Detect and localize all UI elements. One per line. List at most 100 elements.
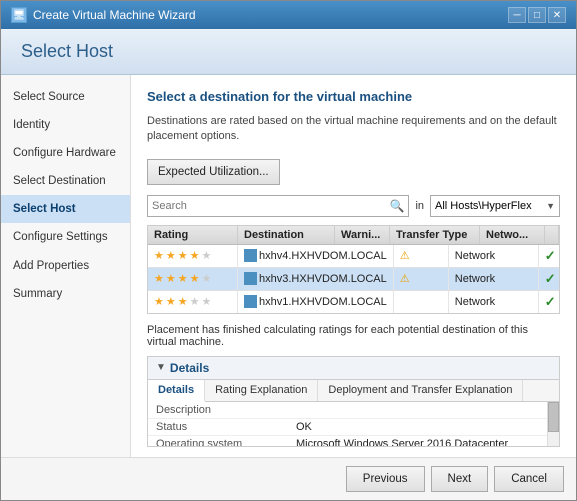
page-title: Select Host [21, 41, 556, 62]
transfer-type-cell: Network [449, 245, 539, 267]
minimize-button[interactable]: ─ [508, 7, 526, 23]
chevron-down-icon: ▼ [546, 201, 555, 211]
next-button[interactable]: Next [431, 466, 489, 492]
detail-row: Status OK [148, 419, 547, 436]
star-icon: ★ [154, 295, 164, 308]
star-icon: ★ [154, 249, 164, 262]
rating-cell: ★ ★ ★ ★ ★ [148, 268, 238, 290]
location-dropdown[interactable]: All Hosts\HyperFlex ▼ [430, 195, 560, 217]
star-icon: ★ [178, 249, 188, 262]
detail-label-status: Status [156, 421, 296, 433]
detail-label-description: Description [156, 404, 296, 416]
star-icon: ★ [166, 295, 176, 308]
col-transfer-type: Transfer Type [390, 226, 480, 244]
search-icon: 🔍 [389, 199, 404, 213]
details-scrollbar[interactable] [547, 402, 559, 446]
close-button[interactable]: ✕ [548, 7, 566, 23]
check-icon: ✓ [545, 248, 556, 264]
search-bar: 🔍 in All Hosts\HyperFlex ▼ [147, 195, 560, 217]
details-section: ▼ Details Details Rating Explanation Dep… [147, 356, 560, 447]
rating-cell: ★ ★ ★ ★ ★ [148, 245, 238, 267]
title-bar-left: 🖥 Create Virtual Machine Wizard [11, 7, 196, 23]
col-destination: Destination [238, 226, 335, 244]
tab-rating-explanation[interactable]: Rating Explanation [205, 380, 318, 401]
detail-row: Operating system Microsoft Windows Serve… [148, 436, 547, 446]
details-table: Description Status OK Operating system M… [148, 402, 547, 446]
warning-cell: ⚠ [394, 268, 449, 290]
col-warning: Warni... [335, 226, 390, 244]
placement-message: Placement has finished calculating ratin… [147, 324, 560, 348]
col-network: Netwo... [480, 226, 545, 244]
app-icon: 🖥 [11, 7, 27, 23]
star-empty-icon: ★ [202, 295, 212, 308]
tab-deployment-transfer[interactable]: Deployment and Transfer Explanation [318, 380, 523, 401]
detail-label-os: Operating system [156, 438, 296, 446]
title-bar: 🖥 Create Virtual Machine Wizard ─ □ ✕ [1, 1, 576, 29]
in-label: in [415, 200, 424, 212]
page-header: Select Host [1, 29, 576, 75]
expected-utilization-btn-wrap: Expected Utilization... [147, 159, 560, 185]
host-icon [244, 249, 257, 262]
host-icon [244, 272, 257, 285]
main-panel: Select a destination for the virtual mac… [131, 75, 576, 457]
star-icon: ★ [154, 272, 164, 285]
star-empty-icon: ★ [190, 295, 200, 308]
destination-name: hxhv1.HXHVDOM.LOCAL [259, 296, 387, 308]
sidebar-item-configure-settings[interactable]: Configure Settings [1, 223, 130, 251]
sidebar: Select Source Identity Configure Hardwar… [1, 75, 131, 457]
cancel-button[interactable]: Cancel [494, 466, 564, 492]
window-title: Create Virtual Machine Wizard [33, 8, 196, 22]
star-icon: ★ [190, 249, 200, 262]
star-icon: ★ [178, 272, 188, 285]
detail-row: Description [148, 402, 547, 419]
search-input-wrap[interactable]: 🔍 [147, 195, 409, 217]
star-icon: ★ [190, 272, 200, 285]
scrollbar-thumb[interactable] [548, 402, 559, 432]
check-icon: ✓ [545, 271, 556, 287]
detail-value-os: Microsoft Windows Server 2016 Datacenter [296, 438, 508, 446]
sidebar-item-add-properties[interactable]: Add Properties [1, 252, 130, 280]
table-row[interactable]: ★ ★ ★ ★ ★ hxhv4.HXHVDOM.LOCAL ⚠ Network [148, 245, 559, 268]
table-row[interactable]: ★ ★ ★ ★ ★ hxhv1.HXHVDOM.LOCAL Network ✓ [148, 291, 559, 313]
table-header: Rating Destination Warni... Transfer Typ… [148, 226, 559, 245]
details-label: Details [170, 361, 209, 375]
content-area: Select Source Identity Configure Hardwar… [1, 75, 576, 457]
star-icon: ★ [166, 249, 176, 262]
table-row[interactable]: ★ ★ ★ ★ ★ hxhv3.HXHVDOM.LOCAL ⚠ Network [148, 268, 559, 291]
search-input[interactable] [152, 200, 389, 212]
check-icon: ✓ [545, 294, 556, 310]
destination-cell: hxhv4.HXHVDOM.LOCAL [238, 245, 394, 267]
star-empty-icon: ★ [202, 272, 212, 285]
sidebar-item-identity[interactable]: Identity [1, 111, 130, 139]
hosts-table: Rating Destination Warni... Transfer Typ… [147, 225, 560, 314]
warning-cell: ⚠ [394, 245, 449, 267]
collapse-icon: ▼ [156, 362, 166, 373]
network-cell: ✓ [539, 268, 560, 290]
star-icon: ★ [178, 295, 188, 308]
col-rating: Rating [148, 226, 238, 244]
sidebar-item-summary[interactable]: Summary [1, 280, 130, 308]
warning-cell [394, 291, 449, 313]
star-icon: ★ [166, 272, 176, 285]
sidebar-item-select-destination[interactable]: Select Destination [1, 167, 130, 195]
destination-cell: hxhv3.HXHVDOM.LOCAL [238, 268, 394, 290]
sidebar-item-select-source[interactable]: Select Source [1, 83, 130, 111]
main-subtitle: Destinations are rated based on the virt… [147, 114, 560, 145]
details-header[interactable]: ▼ Details [148, 357, 559, 380]
sidebar-item-configure-hardware[interactable]: Configure Hardware [1, 139, 130, 167]
tab-details[interactable]: Details [148, 380, 205, 402]
rating-cell: ★ ★ ★ ★ ★ [148, 291, 238, 313]
main-title: Select a destination for the virtual mac… [147, 89, 560, 104]
sidebar-item-select-host[interactable]: Select Host [1, 195, 130, 223]
expected-utilization-button[interactable]: Expected Utilization... [147, 159, 280, 185]
previous-button[interactable]: Previous [346, 466, 425, 492]
details-tabs: Details Rating Explanation Deployment an… [148, 380, 559, 402]
destination-cell: hxhv1.HXHVDOM.LOCAL [238, 291, 394, 313]
window: 🖥 Create Virtual Machine Wizard ─ □ ✕ Se… [0, 0, 577, 501]
detail-value-status: OK [296, 421, 312, 433]
col-scroll [545, 226, 559, 244]
network-cell: ✓ [539, 291, 560, 313]
maximize-button[interactable]: □ [528, 7, 546, 23]
footer: Previous Next Cancel [1, 457, 576, 500]
details-content: Description Status OK Operating system M… [148, 402, 559, 446]
